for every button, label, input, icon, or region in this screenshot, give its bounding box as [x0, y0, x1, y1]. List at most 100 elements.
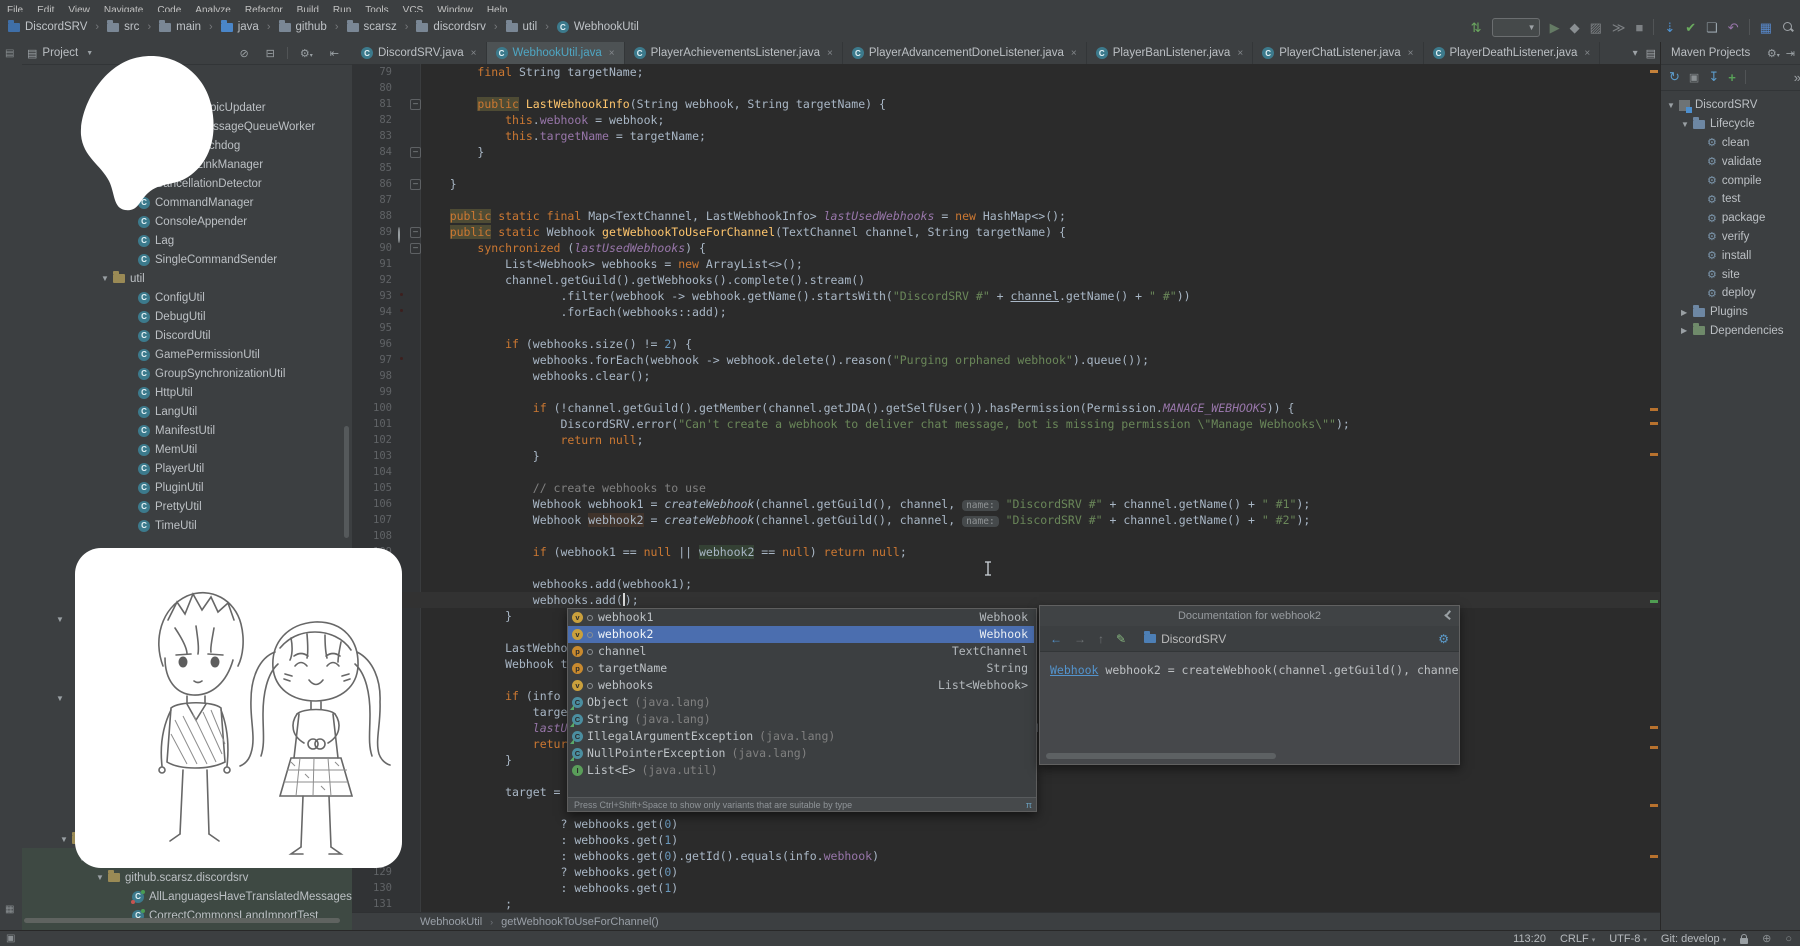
stripe-mark[interactable]	[1650, 726, 1658, 729]
chevron-down-icon[interactable]: ▼	[60, 835, 72, 844]
tab-playerachievementslistener-java[interactable]: CPlayerAchievementsListener.java×	[625, 42, 843, 64]
maven-item-install[interactable]: ⚙install	[1661, 246, 1800, 265]
chevron-down-icon[interactable]: ▼	[56, 615, 68, 624]
gear-icon[interactable]: ⚙▾	[1767, 47, 1780, 60]
maven-item-package[interactable]: ⚙package	[1661, 209, 1800, 228]
stripe-mark[interactable]	[1650, 855, 1658, 858]
nav-crumb-webhookutil[interactable]: CWebhookUtil	[555, 21, 641, 33]
nav-crumb-java[interactable]: java	[219, 21, 261, 33]
tree-item-github-scarsz-discordsrv[interactable]: ▼github.scarsz.discordsrv	[22, 868, 353, 887]
tree-item-singlecommandsender[interactable]: CSingleCommandSender	[22, 250, 353, 269]
rollback-icon[interactable]: ↶	[1728, 21, 1739, 34]
generate-sources-icon[interactable]: ▣	[1689, 71, 1699, 84]
nav-crumb-discordsrv[interactable]: discordsrv	[414, 21, 487, 33]
nav-crumb-main[interactable]: main	[157, 21, 203, 33]
back-icon[interactable]: ←	[1050, 632, 1062, 646]
tree-item-lag[interactable]: CLag	[22, 231, 353, 250]
tab-discordsrv-java[interactable]: CDiscordSRV.java×	[352, 42, 487, 64]
structure-view-icon[interactable]: ▦	[1760, 21, 1772, 34]
completion-item-channel[interactable]: pchannelTextChannel	[568, 643, 1034, 660]
update-project-icon[interactable]: ⇅	[1471, 21, 1482, 34]
tree-item-gamepermissionutil[interactable]: CGamePermissionUtil	[22, 345, 353, 364]
project-tool-window-icon[interactable]: ▤	[5, 48, 14, 59]
maven-item-verify[interactable]: ⚙verify	[1661, 228, 1800, 247]
run-config-combo[interactable]: ▼	[1492, 18, 1540, 37]
close-icon[interactable]: ×	[827, 48, 833, 59]
tree-item-timeutil[interactable]: CTimeUtil	[22, 516, 353, 535]
encoding-widget[interactable]: UTF-8▾	[1609, 933, 1647, 945]
maven-item-dependencies[interactable]: ▶Dependencies	[1661, 322, 1800, 341]
vcs-branch-widget[interactable]: Git: develop▾	[1661, 933, 1726, 945]
close-icon[interactable]: ×	[1071, 48, 1077, 59]
breadcrumb-class[interactable]: WebhookUtil	[420, 916, 482, 928]
stripe-mark[interactable]	[1650, 70, 1658, 73]
maven-item-test[interactable]: ⚙test	[1661, 190, 1800, 209]
pin-icon[interactable]	[1443, 610, 1453, 620]
nav-crumb-discordsrv[interactable]: DiscordSRV	[6, 21, 89, 33]
gear-icon[interactable]: ⚙▾	[300, 47, 313, 60]
debug-icon[interactable]: ◆	[1570, 21, 1580, 34]
nav-crumb-github[interactable]: github	[277, 21, 329, 33]
completion-item-nullpointerexception[interactable]: CNullPointerException(java.lang)	[568, 745, 1034, 762]
tree-item-alllanguageshavetranslatedmessagestest[interactable]: CAllLanguagesHaveTranslatedMessagesTest	[22, 887, 353, 906]
completion-item-object[interactable]: CObject(java.lang)	[568, 694, 1034, 711]
project-views-icon[interactable]: ▤	[27, 47, 37, 60]
completion-item-illegalargumentexception[interactable]: CIllegalArgumentException(java.lang)	[568, 728, 1034, 745]
vcs-commit-icon[interactable]: ✔	[1685, 21, 1696, 34]
stripe-mark[interactable]	[1650, 804, 1658, 807]
hide-empty-packages-icon[interactable]: ⊘	[239, 47, 248, 60]
hide-panel-icon[interactable]: ⇥	[1786, 47, 1795, 60]
close-icon[interactable]: ×	[609, 48, 615, 59]
maven-item-discordsrv[interactable]: ▼DiscordSRV	[1661, 96, 1800, 115]
maven-item-clean[interactable]: ⚙clean	[1661, 134, 1800, 153]
nav-crumb-util[interactable]: util	[504, 21, 540, 33]
tab-playeradvancementdonelistener-java[interactable]: CPlayerAdvancementDoneListener.java×	[843, 42, 1087, 64]
nav-crumb-src[interactable]: src	[105, 21, 141, 33]
tree-item-groupsynchronizationutil[interactable]: CGroupSynchronizationUtil	[22, 364, 353, 383]
chevron-down-icon[interactable]: ▼	[1667, 101, 1679, 110]
stripe-mark[interactable]	[1650, 453, 1658, 456]
close-icon[interactable]: ×	[1584, 48, 1590, 59]
nav-crumb-scarsz[interactable]: scarsz	[345, 21, 399, 33]
caret-position[interactable]: 113:20	[1513, 933, 1546, 945]
tree-item-debugutil[interactable]: CDebugUtil	[22, 307, 353, 326]
line-separator-widget[interactable]: CRLF▾	[1560, 933, 1595, 945]
vcs-update-icon[interactable]: ⇣	[1664, 21, 1675, 34]
search-everywhere-icon[interactable]	[1782, 21, 1794, 33]
maven-item-lifecycle[interactable]: ▼Lifecycle	[1661, 115, 1800, 134]
close-icon[interactable]: ×	[1408, 48, 1414, 59]
tree-item-httputil[interactable]: CHttpUtil	[22, 383, 353, 402]
stripe-mark[interactable]	[1650, 600, 1658, 603]
chevron-right-icon[interactable]: ▶	[1681, 308, 1693, 317]
stripe-mark[interactable]	[1650, 422, 1658, 425]
collapse-all-icon[interactable]: ⊟	[266, 47, 275, 60]
maven-item-deploy[interactable]: ⚙deploy	[1661, 284, 1800, 303]
vertical-scrollbar[interactable]	[344, 426, 349, 538]
maven-item-site[interactable]: ⚙site	[1661, 265, 1800, 284]
tree-item-memutil[interactable]: CMemUtil	[22, 440, 353, 459]
chevron-down-icon[interactable]: ▼	[1681, 120, 1693, 129]
tree-item-pluginutil[interactable]: CPluginUtil	[22, 478, 353, 497]
chevron-down-icon[interactable]: ▼	[101, 274, 113, 283]
close-icon[interactable]: ×	[1237, 48, 1243, 59]
vcs-changes-icon[interactable]: ❏	[1706, 21, 1718, 34]
maven-item-compile[interactable]: ⚙compile	[1661, 171, 1800, 190]
completion-sort-icon[interactable]: π	[1026, 800, 1032, 810]
refresh-icon[interactable]: ↻	[1669, 69, 1680, 85]
completion-item-string[interactable]: CString(java.lang)	[568, 711, 1034, 728]
chevron-down-icon[interactable]: ▼	[96, 873, 108, 882]
maven-item-validate[interactable]: ⚙validate	[1661, 152, 1800, 171]
tree-item-util[interactable]: ▼util	[22, 269, 353, 288]
hide-panel-icon[interactable]: ⇤	[330, 47, 339, 60]
tab-playerbanlistener-java[interactable]: CPlayerBanListener.java×	[1087, 42, 1253, 64]
tree-item-manifestutil[interactable]: CManifestUtil	[22, 421, 353, 440]
gear-icon[interactable]: ⚙	[1438, 632, 1459, 646]
chevron-down-icon[interactable]: ▼	[56, 694, 68, 703]
status-menu-icon[interactable]: ▣	[6, 933, 15, 944]
tree-item-prettyutil[interactable]: CPrettyUtil	[22, 497, 353, 516]
chevron-right-icon[interactable]: ▶	[1681, 326, 1693, 335]
stripe-mark[interactable]	[1650, 408, 1658, 411]
close-icon[interactable]: ×	[471, 48, 477, 59]
editor-menu-icon[interactable]: ▤	[1646, 47, 1656, 60]
error-stripe[interactable]	[1648, 64, 1660, 912]
